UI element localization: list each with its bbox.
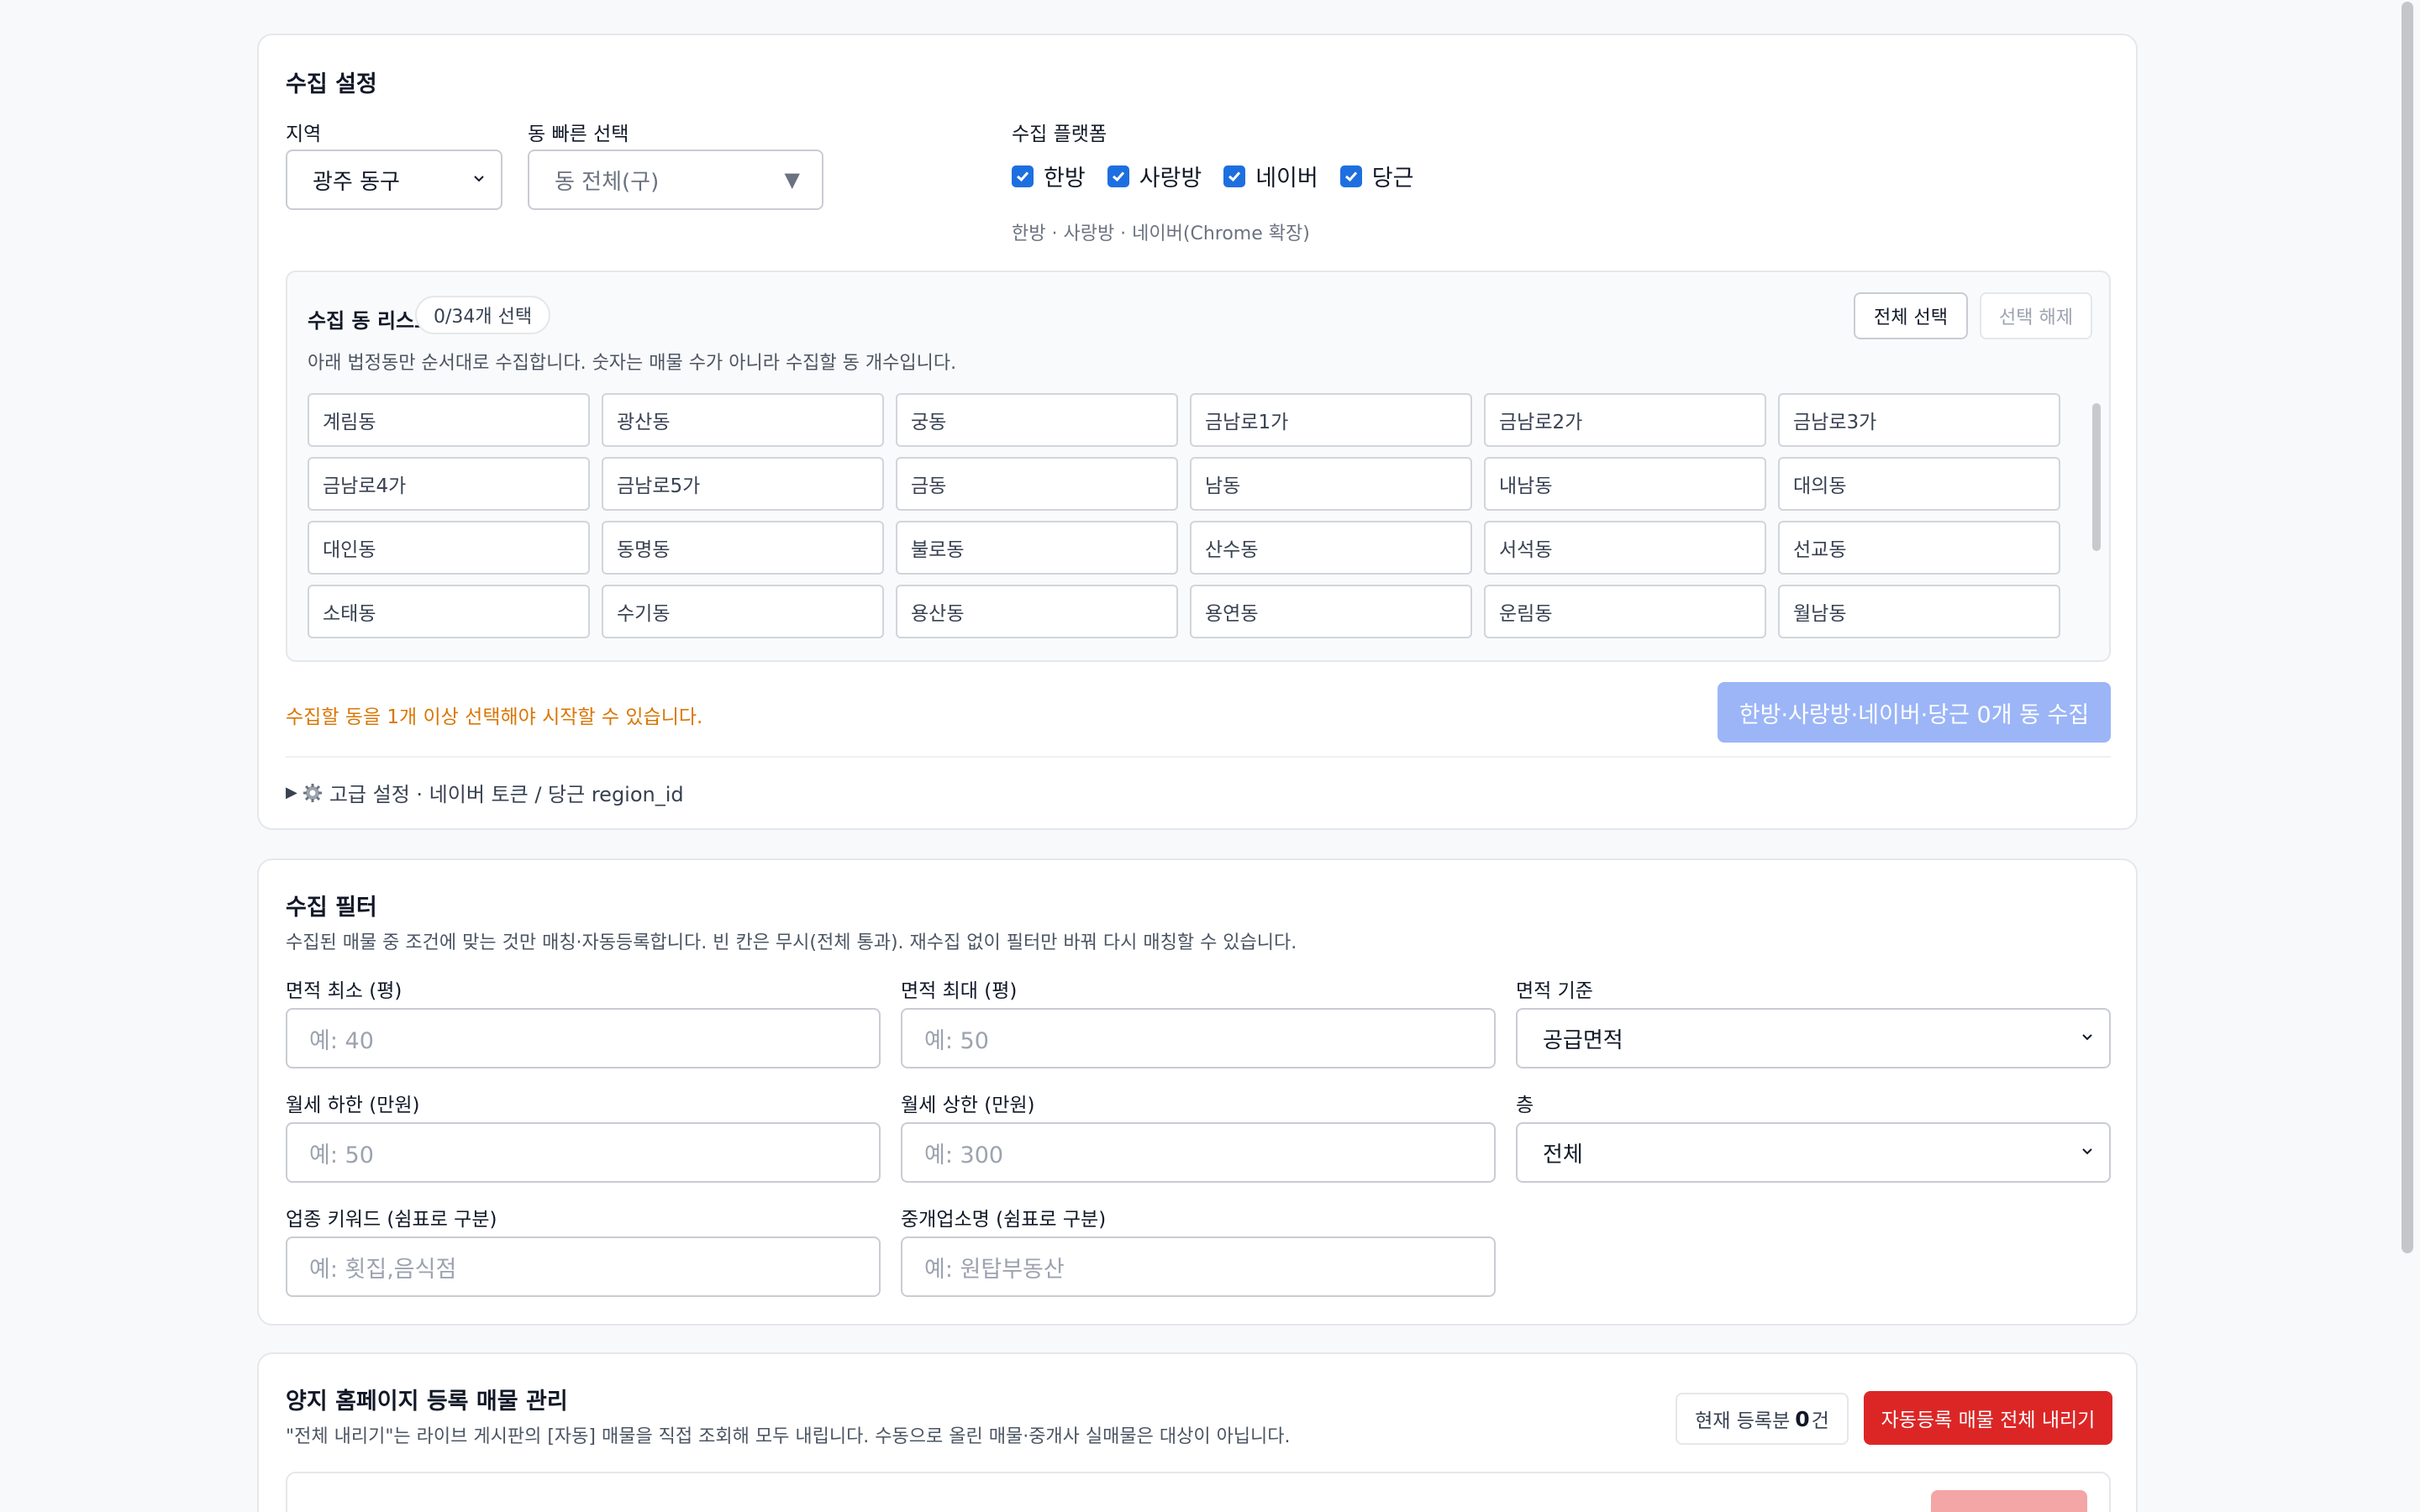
rent-min-input[interactable]: 예: 50	[286, 1122, 881, 1183]
dong-item[interactable]: 광산동	[602, 393, 884, 447]
dong-item[interactable]: 궁동	[896, 393, 1178, 447]
platform-label-text: 사랑방	[1139, 165, 1202, 192]
checkbox-checked-icon[interactable]	[1223, 165, 1246, 187]
collect-filter-card: 수집 필터 수집된 매물 중 조건에 맞는 것만 매칭·자동등록합니다. 빈 칸…	[257, 858, 2138, 1326]
floor-label: 층	[1516, 1095, 1534, 1116]
dong-item[interactable]: 내남동	[1484, 457, 1766, 511]
agency-name-input[interactable]: 예: 원탑부동산	[901, 1236, 1496, 1297]
homepage-management-card: 양지 홈페이지 등록 매물 관리 "전체 내리기"는 라이브 게시판의 [자동]…	[257, 1352, 2138, 1512]
dong-list-title: 수집 동 리스트	[308, 309, 434, 333]
dong-item[interactable]: 산수동	[1190, 521, 1472, 575]
rent-max-label: 월세 상한 (만원)	[901, 1095, 1035, 1116]
dong-item[interactable]: 운림동	[1484, 585, 1766, 638]
platform-checkbox-hanbang[interactable]: 한방	[1012, 160, 1086, 192]
quick-dong-label: 동 빠른 선택	[528, 123, 629, 145]
dong-item[interactable]: 용산동	[896, 585, 1178, 638]
registered-count-suffix: 건	[1811, 1410, 1829, 1432]
dong-item[interactable]: 금남로1가	[1190, 393, 1472, 447]
divider	[286, 756, 2111, 758]
platform-hint: 한방 · 사랑방 · 네이버(Chrome 확장)	[1012, 223, 1310, 244]
platform-label-text: 당근	[1371, 165, 1414, 192]
area-max-label: 면적 최대 (평)	[901, 980, 1018, 1002]
dong-list-scrollbar[interactable]	[2092, 403, 2101, 551]
dong-item[interactable]: 금남로2가	[1484, 393, 1766, 447]
agency-name-label: 중개업소명 (쉼표로 구분)	[901, 1209, 1107, 1231]
region-select-value: 광주 동구	[313, 169, 400, 195]
listing-subpanel	[286, 1472, 2111, 1512]
checkbox-checked-icon[interactable]	[1107, 165, 1129, 187]
platform-label-text: 네이버	[1255, 165, 1318, 192]
advanced-settings-toggle[interactable]: ▶ 고급 설정 · 네이버 토큰 / 당근 region_id	[286, 778, 684, 807]
deselect-button[interactable]: 선택 해제	[1980, 292, 2092, 339]
select-all-button[interactable]: 전체 선택	[1854, 292, 1968, 339]
area-basis-select[interactable]: 공급면적	[1516, 1008, 2111, 1068]
disclosure-triangle-icon: ▶	[286, 784, 297, 801]
page-scrollbar[interactable]	[2402, 2, 2413, 1253]
dong-list-panel: 수집 동 리스트 0/34개 선택 전체 선택 선택 해제 아래 법정동만 순서…	[286, 270, 2111, 662]
platform-checkbox-sarangbang[interactable]: 사랑방	[1107, 160, 1202, 192]
floor-value: 전체	[1543, 1142, 1583, 1168]
region-select[interactable]: 광주 동구	[286, 150, 502, 210]
dong-item[interactable]: 수기동	[602, 585, 884, 638]
collect-warning: 수집할 동을 1개 이상 선택해야 시작할 수 있습니다.	[286, 706, 703, 728]
dong-item[interactable]: 월남동	[1778, 585, 2060, 638]
start-collect-button[interactable]: 한방·사랑방·네이버·당근 0개 동 수집	[1718, 682, 2111, 743]
gear-icon	[302, 783, 322, 802]
checkbox-checked-icon[interactable]	[1012, 165, 1034, 187]
dong-count-badge: 0/34개 선택	[415, 296, 551, 334]
advanced-settings-label: 고급 설정 · 네이버 토큰 / 당근 region_id	[329, 783, 684, 806]
dong-item[interactable]: 금남로3가	[1778, 393, 2060, 447]
area-min-label: 면적 최소 (평)	[286, 980, 402, 1002]
dong-item[interactable]: 금남로4가	[308, 457, 590, 511]
checkbox-checked-icon[interactable]	[1339, 165, 1362, 187]
dong-item[interactable]: 용연동	[1190, 585, 1472, 638]
registered-count-value: 0	[1795, 1406, 1810, 1431]
subpanel-action-button[interactable]	[1931, 1490, 2087, 1512]
dong-item[interactable]: 선교동	[1778, 521, 2060, 575]
business-keyword-label: 업종 키워드 (쉼표로 구분)	[286, 1209, 497, 1231]
homepage-management-description: "전체 내리기"는 라이브 게시판의 [자동] 매물을 직접 조회해 모두 내립…	[286, 1426, 1291, 1447]
dong-item[interactable]: 대의동	[1778, 457, 2060, 511]
region-label: 지역	[286, 123, 322, 145]
dong-item[interactable]: 남동	[1190, 457, 1472, 511]
registered-count-prefix: 현재 등록분	[1695, 1410, 1791, 1432]
platform-label-text: 한방	[1044, 165, 1086, 192]
area-basis-value: 공급면적	[1543, 1027, 1623, 1053]
collect-filter-title: 수집 필터	[286, 895, 377, 921]
dong-item[interactable]: 계림동	[308, 393, 590, 447]
platform-checkbox-naver[interactable]: 네이버	[1223, 160, 1318, 192]
business-keyword-input[interactable]: 예: 횟집,음식점	[286, 1236, 881, 1297]
dong-item[interactable]: 소태동	[308, 585, 590, 638]
dong-item[interactable]: 서석동	[1484, 521, 1766, 575]
quick-dong-select-value: 동 전체(구)	[555, 169, 660, 195]
platform-label: 수집 플랫폼	[1012, 123, 1107, 145]
collect-settings-title: 수집 설정	[286, 71, 377, 97]
chevron-down-icon	[2082, 1034, 2092, 1041]
collect-settings-card: 수집 설정 지역 광주 동구 동 빠른 선택 동 전체(구) ▼ 수집 플랫폼 …	[257, 34, 2138, 830]
homepage-management-title: 양지 홈페이지 등록 매물 관리	[286, 1389, 568, 1415]
area-min-input[interactable]: 예: 40	[286, 1008, 881, 1068]
collect-filter-description: 수집된 매물 중 조건에 맞는 것만 매칭·자동등록합니다. 빈 칸은 무시(전…	[286, 932, 1297, 953]
dropdown-triangle-icon: ▼	[784, 168, 800, 192]
floor-select[interactable]: 전체	[1516, 1122, 2111, 1183]
page: 수집 설정 지역 광주 동구 동 빠른 선택 동 전체(구) ▼ 수집 플랫폼 …	[0, 0, 2420, 1512]
platform-checkbox-danggeun[interactable]: 당근	[1339, 160, 1414, 192]
registered-count-badge: 현재 등록분 0 건	[1676, 1393, 1849, 1445]
area-basis-label: 면적 기준	[1516, 980, 1593, 1002]
chevron-down-icon	[474, 176, 484, 182]
dong-item[interactable]: 동명동	[602, 521, 884, 575]
dong-item[interactable]: 불로동	[896, 521, 1178, 575]
platform-checkboxes: 한방 사랑방 네이버 당근	[1012, 160, 1435, 192]
dong-list-description: 아래 법정동만 순서대로 수집합니다. 숫자는 매물 수가 아니라 수집할 동 …	[308, 353, 957, 374]
remove-all-auto-listings-button[interactable]: 자동등록 매물 전체 내리기	[1864, 1391, 2112, 1445]
dong-item[interactable]: 금동	[896, 457, 1178, 511]
dong-item[interactable]: 금남로5가	[602, 457, 884, 511]
quick-dong-select[interactable]: 동 전체(구) ▼	[528, 150, 823, 210]
area-max-input[interactable]: 예: 50	[901, 1008, 1496, 1068]
chevron-down-icon	[2082, 1148, 2092, 1155]
rent-min-label: 월세 하한 (만원)	[286, 1095, 420, 1116]
rent-max-input[interactable]: 예: 300	[901, 1122, 1496, 1183]
dong-item[interactable]: 대인동	[308, 521, 590, 575]
